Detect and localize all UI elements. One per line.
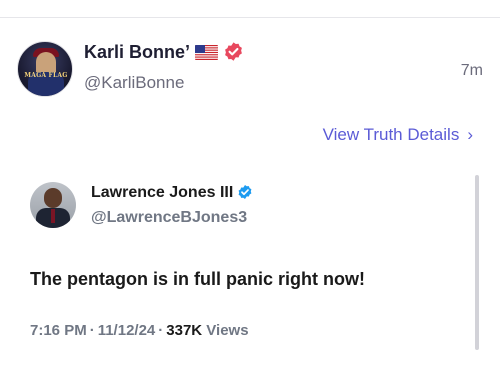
views-label: Views <box>206 322 249 339</box>
author-handle[interactable]: @KarliBonne <box>84 73 184 93</box>
quoted-author-avatar[interactable] <box>30 182 76 228</box>
quoted-post-time: 7:16 PM <box>30 322 87 339</box>
quoted-avatar-tie-shape <box>51 209 55 223</box>
quoted-author-name-row[interactable]: Lawrence Jones III <box>91 184 253 202</box>
top-divider <box>0 17 500 18</box>
quoted-author-name[interactable]: Lawrence Jones III <box>91 184 233 201</box>
post-header: MAGA FLAG Karli Bonne’ @KarliBonne 7m <box>17 41 483 101</box>
views-count: 337K <box>166 322 203 339</box>
chevron-right-icon: › <box>467 125 473 144</box>
meta-separator: · <box>89 322 95 339</box>
quoted-post-text: The pentagon is in full panic right now! <box>30 269 365 289</box>
quote-scrollbar <box>475 175 479 350</box>
post-timestamp: 7m <box>460 62 483 79</box>
quoted-post-date: 11/12/24 <box>97 322 156 339</box>
author-avatar[interactable]: MAGA FLAG <box>17 41 73 97</box>
quoted-post[interactable]: Lawrence Jones III @LawrenceBJones3 The … <box>30 175 479 353</box>
quoted-post-meta: 7:16 PM · 11/12/24 · 337K Views <box>30 322 249 339</box>
quoted-verified-icon <box>237 184 253 200</box>
us-flag-icon <box>195 45 219 60</box>
quoted-avatar-head-shape <box>44 188 62 208</box>
quoted-author-handle[interactable]: @LawrenceBJones3 <box>91 209 247 227</box>
meta-separator: · <box>158 322 164 339</box>
view-truth-details-label: View Truth Details <box>322 125 460 144</box>
avatar-logo-text: MAGA FLAG <box>24 72 68 79</box>
author-name-row[interactable]: Karli Bonne’ <box>84 41 244 63</box>
author-name[interactable]: Karli Bonne’ <box>84 42 190 62</box>
verified-badge-icon <box>223 41 244 62</box>
view-truth-details-link[interactable]: View Truth Details › <box>323 125 473 145</box>
